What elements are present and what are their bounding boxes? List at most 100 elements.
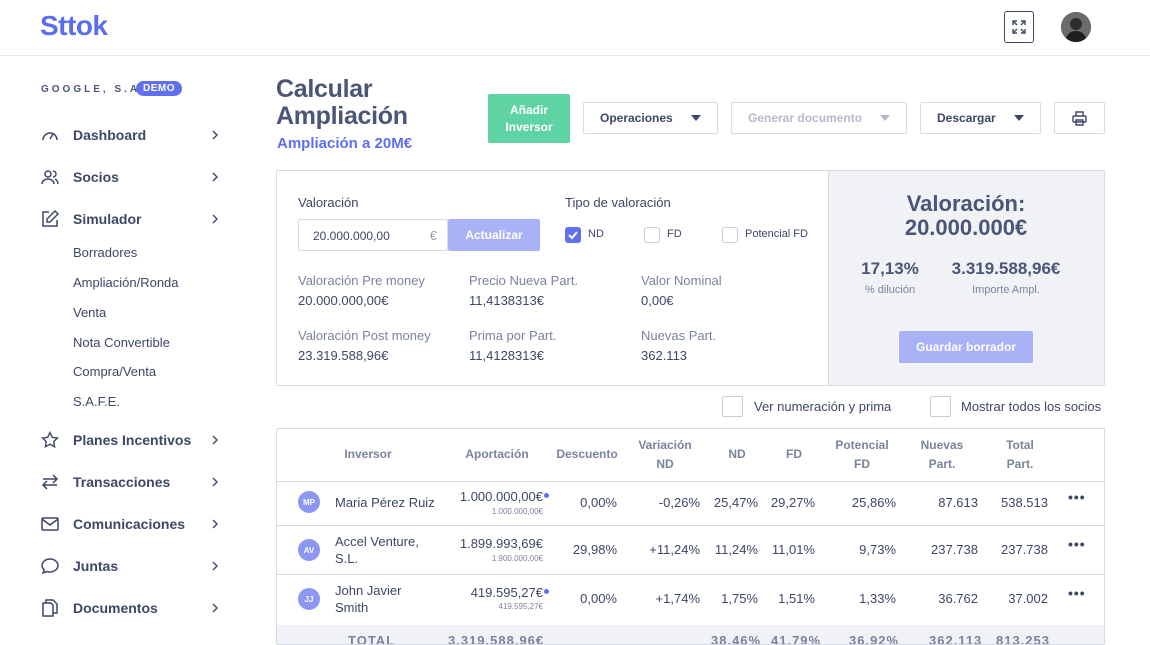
download-dropdown[interactable]: Descargar <box>920 102 1041 134</box>
header-new-shares: Nuevas Part. <box>920 438 964 471</box>
show-numbering-label: Ver numeración y prima <box>754 399 892 414</box>
sidebar-item-label: Documentos <box>73 600 158 616</box>
show-numbering-checkbox[interactable] <box>722 396 743 417</box>
investors-table: Inversor Aportación Descuento Variación … <box>276 428 1105 645</box>
variation-value: +11,24% <box>649 542 700 557</box>
demo-badge: DEMO <box>136 81 182 96</box>
total-shares-value: 37.002 <box>1008 591 1048 606</box>
sidebar-item-label: Planes Incentivos <box>73 432 192 448</box>
nd-value: 11,24% <box>714 542 758 557</box>
header-discount: Descuento <box>556 447 618 461</box>
fd-value: 11,01% <box>771 542 815 557</box>
discount-value: 29,98% <box>572 542 617 557</box>
variation-value: -0,26% <box>658 495 700 510</box>
valuation-label: Valoración <box>298 195 359 210</box>
valuation-summary-title: Valoración: 20.000.000€ <box>828 192 1104 240</box>
save-draft-button[interactable]: Guardar borrador <box>899 331 1033 363</box>
sidebar-item-label: Simulador <box>73 211 142 227</box>
download-label: Descargar <box>937 111 996 125</box>
import-value: 3.319.588,96€ <box>951 259 1061 278</box>
chevron-right-icon <box>212 435 218 445</box>
sidebar-item-label: Comunicaciones <box>73 516 186 532</box>
sidebar-item-label: Socios <box>73 169 119 185</box>
checkbox-nd[interactable] <box>565 227 581 243</box>
status-dot <box>544 493 549 498</box>
valuation-input-value: 20.000.000,00 <box>313 229 390 243</box>
expand-button[interactable] <box>1004 11 1034 43</box>
chevron-right-icon <box>212 172 218 182</box>
header-variation-nd: Variación ND <box>638 438 692 471</box>
total-row: TOTAL 3.319.588,96€ 38,46% 41,79% 36,92%… <box>277 625 1104 645</box>
mail-icon <box>40 514 60 534</box>
total-total-shares: 813.253 <box>996 633 1050 645</box>
import-label: Importe Ampl. <box>972 284 1040 296</box>
sidebar-item-dashboard[interactable]: Dashboard <box>40 123 220 147</box>
investor-name[interactable]: Accel Venture, S.L. <box>335 533 435 567</box>
investor-name[interactable]: John Javier Smith <box>335 582 425 616</box>
investor-name[interactable]: Maria Pérez Ruiz <box>335 495 435 510</box>
check-icon <box>568 231 578 240</box>
add-investor-button[interactable]: Añadir Inversor <box>488 94 570 143</box>
caret-down-icon <box>880 115 890 121</box>
header-contribution: Aportación <box>465 447 529 461</box>
nominal-value-value: 0,00€ <box>641 293 674 308</box>
total-shares-value: 538.513 <box>1001 495 1048 510</box>
avatar: MP <box>298 491 320 513</box>
sidebar-subitem-nota-convertible[interactable]: Nota Convertible <box>73 335 170 350</box>
sidebar-subitem-safe[interactable]: S.A.F.E. <box>73 394 120 409</box>
nominal-value-label: Valor Nominal <box>641 273 722 288</box>
page-subtitle: Ampliación a 20M€ <box>277 135 413 152</box>
valuation-input[interactable]: 20.000.000,00 € <box>298 219 448 251</box>
discount-value: 0,00% <box>580 495 617 510</box>
sidebar-item-socios[interactable]: Socios <box>40 165 220 189</box>
fd-value: 1,51% <box>778 591 815 606</box>
print-button[interactable] <box>1054 102 1105 134</box>
new-share-price-value: 11,4138313€ <box>469 293 544 308</box>
valuation-summary-amount: 20.000.000€ <box>904 215 1028 240</box>
avatar: AV <box>298 539 320 561</box>
pre-money-value: 20.000.000,00€ <box>298 293 389 308</box>
sidebar-item-documentos[interactable]: Documentos <box>40 596 220 620</box>
update-button[interactable]: Actualizar <box>448 219 540 251</box>
more-options-icon[interactable]: ••• <box>1068 489 1086 505</box>
generate-document-dropdown[interactable]: Generar documento <box>731 102 907 134</box>
sidebar-item-transacciones[interactable]: Transacciones <box>40 470 220 494</box>
sidebar-subitem-venta[interactable]: Venta <box>73 305 106 320</box>
more-options-icon[interactable]: ••• <box>1068 536 1086 552</box>
pre-money-label: Valoración Pre money <box>298 273 425 288</box>
sidebar-item-planes-incentivos[interactable]: Planes Incentivos <box>40 428 220 452</box>
header-nd: ND <box>728 447 746 461</box>
user-avatar[interactable] <box>1061 12 1091 42</box>
total-fd: 41,79% <box>771 633 822 645</box>
caret-down-icon <box>691 115 701 121</box>
show-all-partners-label: Mostrar todos los socios <box>961 399 1102 414</box>
dilution-value: 17,13% <box>861 259 919 278</box>
top-bar: Sttok <box>0 0 1150 56</box>
more-options-icon[interactable]: ••• <box>1068 585 1086 601</box>
sidebar-subitem-borradores[interactable]: Borradores <box>73 245 137 260</box>
page-title: Calcular Ampliación <box>276 75 408 130</box>
sidebar-subitem-compra-venta[interactable]: Compra/Venta <box>73 364 156 379</box>
checkbox-fd[interactable] <box>644 227 660 243</box>
header-investor: Inversor <box>344 447 392 461</box>
app-logo[interactable]: Sttok <box>40 10 108 42</box>
sidebar-item-label: Dashboard <box>73 127 147 143</box>
chevron-right-icon <box>212 477 218 487</box>
arrows-icon <box>40 472 60 492</box>
total-nd: 38,46% <box>711 633 762 645</box>
checkbox-potencial-fd[interactable] <box>722 227 738 243</box>
total-shares-value: 237.738 <box>1001 542 1048 557</box>
contribution-value: 419.595,27€ <box>470 585 543 600</box>
sidebar-item-simulador[interactable]: Simulador <box>40 207 220 231</box>
chevron-right-icon <box>212 519 218 529</box>
sidebar-item-comunicaciones[interactable]: Comunicaciones <box>40 512 220 536</box>
chevron-right-icon <box>212 214 218 224</box>
post-money-label: Valoración Post money <box>298 328 431 343</box>
operations-dropdown[interactable]: Operaciones <box>583 102 718 134</box>
new-shares-value: 237.738 <box>931 542 978 557</box>
checkbox-nd-label: ND <box>588 228 604 240</box>
sidebar-item-juntas[interactable]: Juntas <box>40 554 220 578</box>
show-all-partners-checkbox[interactable] <box>930 396 951 417</box>
sidebar-subitem-ampliacion[interactable]: Ampliación/Ronda <box>73 275 179 290</box>
sidebar-item-label: Juntas <box>73 558 119 574</box>
